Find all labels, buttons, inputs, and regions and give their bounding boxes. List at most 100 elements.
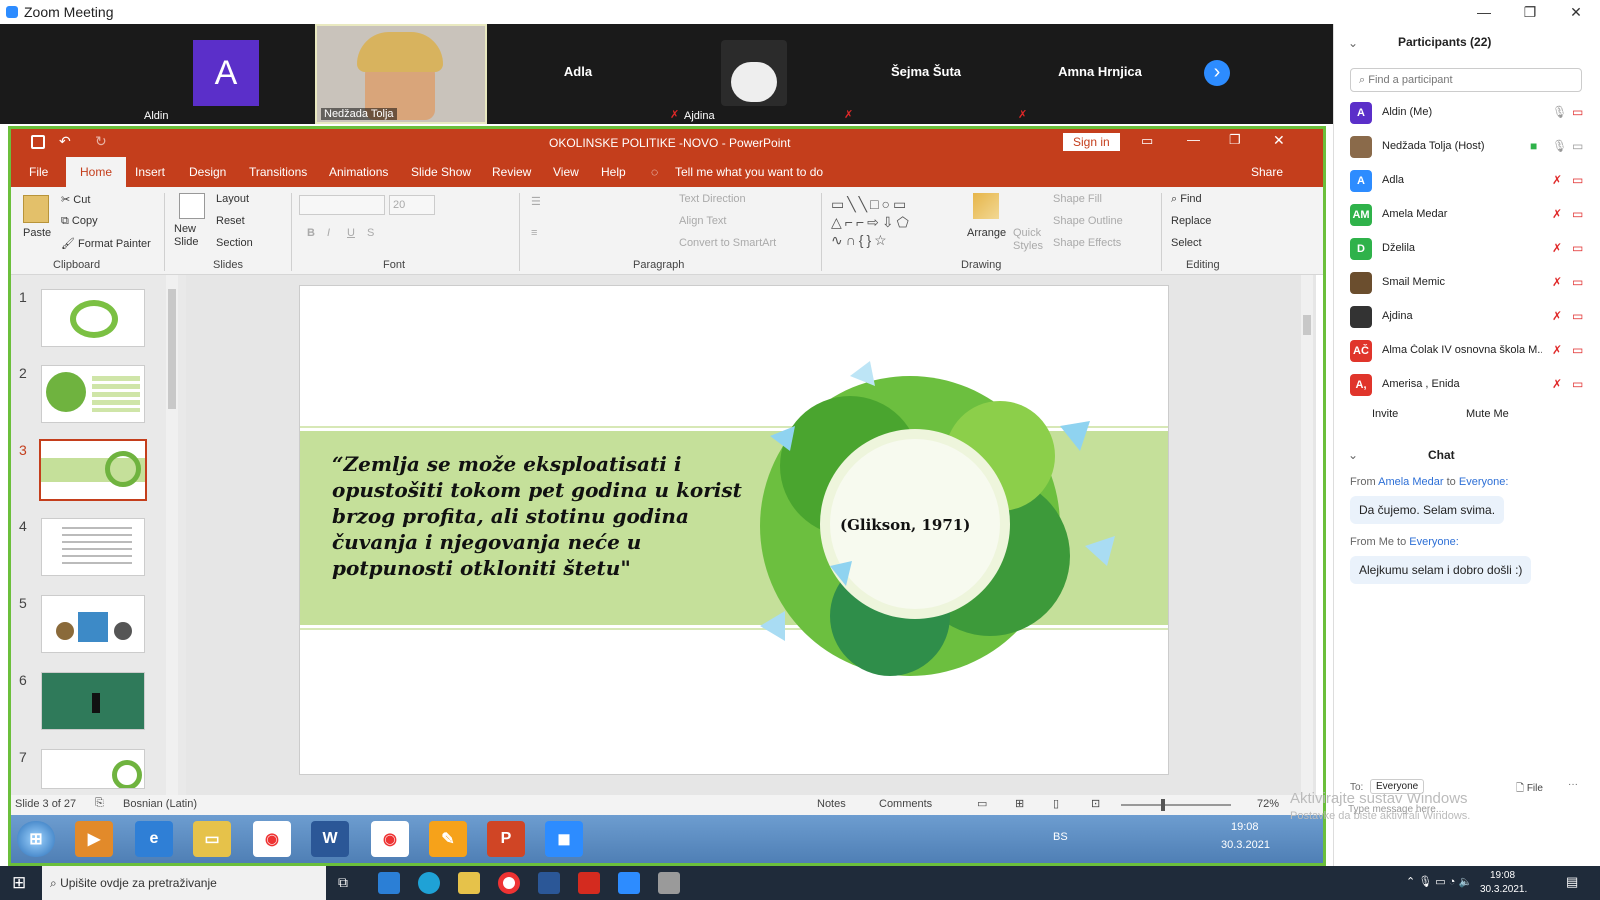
task-view-icon[interactable]: ⧉ [338,874,348,891]
slide-thumbnail[interactable] [41,365,145,423]
video-off-icon[interactable]: ▭ [1572,309,1583,323]
slideshow-icon[interactable]: ⊡ [1091,797,1100,810]
layout-button[interactable]: Layout [216,193,249,205]
select-button[interactable]: Select [1171,237,1202,249]
zoom-icon[interactable] [618,872,640,894]
tab-review[interactable]: Review [492,157,531,187]
normal-view-icon[interactable]: ▭ [977,797,987,810]
italic-icon[interactable]: I [327,227,330,239]
tab-home[interactable]: Home [66,157,127,187]
chrome-icon[interactable] [498,872,520,894]
tell-me-search[interactable]: Tell me what you want to do [675,157,823,187]
minimize-button[interactable]: — [1187,132,1200,147]
comments-button[interactable]: Comments [879,798,932,810]
mic-icon[interactable]: 🎙 [1552,105,1567,119]
recipient-select[interactable]: Everyone [1370,779,1425,794]
align-left-icon[interactable]: ≡ [531,227,537,239]
shape-effects-button[interactable]: Shape Effects [1053,237,1121,249]
slide-thumbnail[interactable] [41,749,145,789]
bullets-icon[interactable]: ☰ [531,195,541,208]
participant-row[interactable]: AČ Alma Čolak IV osnovna škola M... ✗ ▭ [1334,334,1600,368]
app-icon[interactable] [658,872,680,894]
participant-search-input[interactable]: ⌕ Find a participant [1350,68,1582,92]
zoom-icon[interactable]: ◼ [545,821,583,857]
bold-icon[interactable]: B [307,227,315,239]
video-off-icon[interactable]: ▭ [1572,207,1583,221]
mic-muted-icon[interactable]: ✗ [1552,241,1562,255]
collapse-icon[interactable]: ⌄ [1348,448,1358,462]
next-page-arrow-icon[interactable]: › [1204,60,1230,86]
video-tile-active-speaker[interactable]: Nedžada Tolja [315,24,487,124]
shapes-gallery[interactable]: ▭╲╲□○▭ △⌐⌐⇨⇩⬠ ∿∩{}☆ [831,195,951,248]
video-tile[interactable]: A Aldin [140,24,312,124]
participant-row[interactable]: A Aldin (Me) 🎙 ▭ [1334,96,1600,130]
tray-icons[interactable]: ⌃ 🎙 ▭ ◔ 🔈 [1406,875,1472,888]
participant-row[interactable]: A, Amerisa , Enida ✗ ▭ [1334,368,1600,402]
sign-in-button[interactable]: Sign in [1063,133,1120,151]
notification-icon[interactable]: ▤ [1566,874,1578,890]
arrange-icon[interactable] [973,193,999,219]
replace-button[interactable]: Replace [1171,215,1211,227]
mic-muted-icon[interactable]: ✗ [1552,377,1562,391]
font-family-select[interactable] [299,195,385,215]
video-tile[interactable]: Adla [492,24,664,124]
tab-transitions[interactable]: Transitions [249,157,307,187]
close-button[interactable]: ✕ [1273,132,1285,149]
thumbnail-scrollbar[interactable] [166,275,178,795]
tab-animations[interactable]: Animations [329,157,388,187]
video-off-icon[interactable]: ▭ [1572,275,1583,289]
section-button[interactable]: Section [216,237,253,249]
participant-row[interactable]: A Adla ✗ ▭ [1334,164,1600,198]
media-player-icon[interactable]: ▶ [75,821,113,857]
participant-row[interactable]: D Dželila ✗ ▭ [1334,232,1600,266]
internet-explorer-icon[interactable]: e [135,821,173,857]
save-icon[interactable] [31,135,45,149]
share-button[interactable]: Share [1251,157,1283,187]
file-button[interactable]: 🗋 File [1516,781,1543,798]
word-icon[interactable] [538,872,560,894]
close-button[interactable]: ✕ [1554,0,1598,24]
undo-icon[interactable]: ↶ [59,133,71,150]
mic-muted-icon[interactable]: ✗ [1552,343,1562,357]
reset-button[interactable]: Reset [216,215,245,227]
cut-button[interactable]: ✂ Cut [61,193,90,206]
paste-button[interactable]: Paste [23,227,51,239]
app-icon[interactable]: ✎ [429,821,467,857]
tab-help[interactable]: Help [601,157,626,187]
language-indicator[interactable]: Bosnian (Latin) [123,798,197,810]
file-explorer-icon[interactable] [458,872,480,894]
convert-smartart-button[interactable]: Convert to SmartArt [679,237,776,249]
tab-file[interactable]: File [29,157,48,187]
video-off-icon[interactable]: ▭ [1572,173,1583,187]
slide-thumbnail-selected[interactable] [39,439,147,501]
mic-muted-icon[interactable]: ✗ [1552,309,1562,323]
current-slide[interactable]: “Zemlja se može eksploatisati i opustoši… [299,285,1169,775]
reading-view-icon[interactable]: ▯ [1053,797,1059,810]
collapse-icon[interactable]: ⌄ [1348,36,1358,50]
taskbar-search-input[interactable]: ⌕ Upišite ovdje za pretraživanje [42,866,326,900]
language-indicator[interactable]: BS [1053,831,1068,843]
quick-styles-button[interactable]: Quick Styles [1013,227,1047,253]
chrome-icon[interactable]: ◉ [371,821,409,857]
chat-input[interactable]: Type message here... [1348,804,1444,815]
new-slide-icon[interactable] [179,193,205,219]
paste-icon[interactable] [23,195,49,223]
mail-icon[interactable] [378,872,400,894]
redo-icon[interactable]: ↻ [95,133,107,150]
slide-thumbnail[interactable] [41,672,145,730]
participant-row[interactable]: Ajdina ✗ ▭ [1334,300,1600,334]
new-slide-button[interactable]: New Slide [174,223,214,249]
mic-muted-icon[interactable]: ✗ [1552,275,1562,289]
start-orb-icon[interactable]: ⊞ [17,821,55,857]
sender-link[interactable]: Amela Medar [1378,476,1443,488]
video-off-icon[interactable]: ▭ [1572,343,1583,357]
tab-design[interactable]: Design [189,157,226,187]
restore-button[interactable]: ❐ [1508,0,1552,24]
video-tile[interactable]: ✗ Ajdina [666,24,838,124]
word-icon[interactable]: W [311,821,349,857]
align-text-button[interactable]: Align Text [679,215,727,227]
underline-icon[interactable]: U [347,227,355,239]
notes-button[interactable]: Notes [817,798,846,810]
video-tile[interactable]: Amna Hrnjica ✗ [1014,24,1186,124]
tab-slide-show[interactable]: Slide Show [411,157,471,187]
